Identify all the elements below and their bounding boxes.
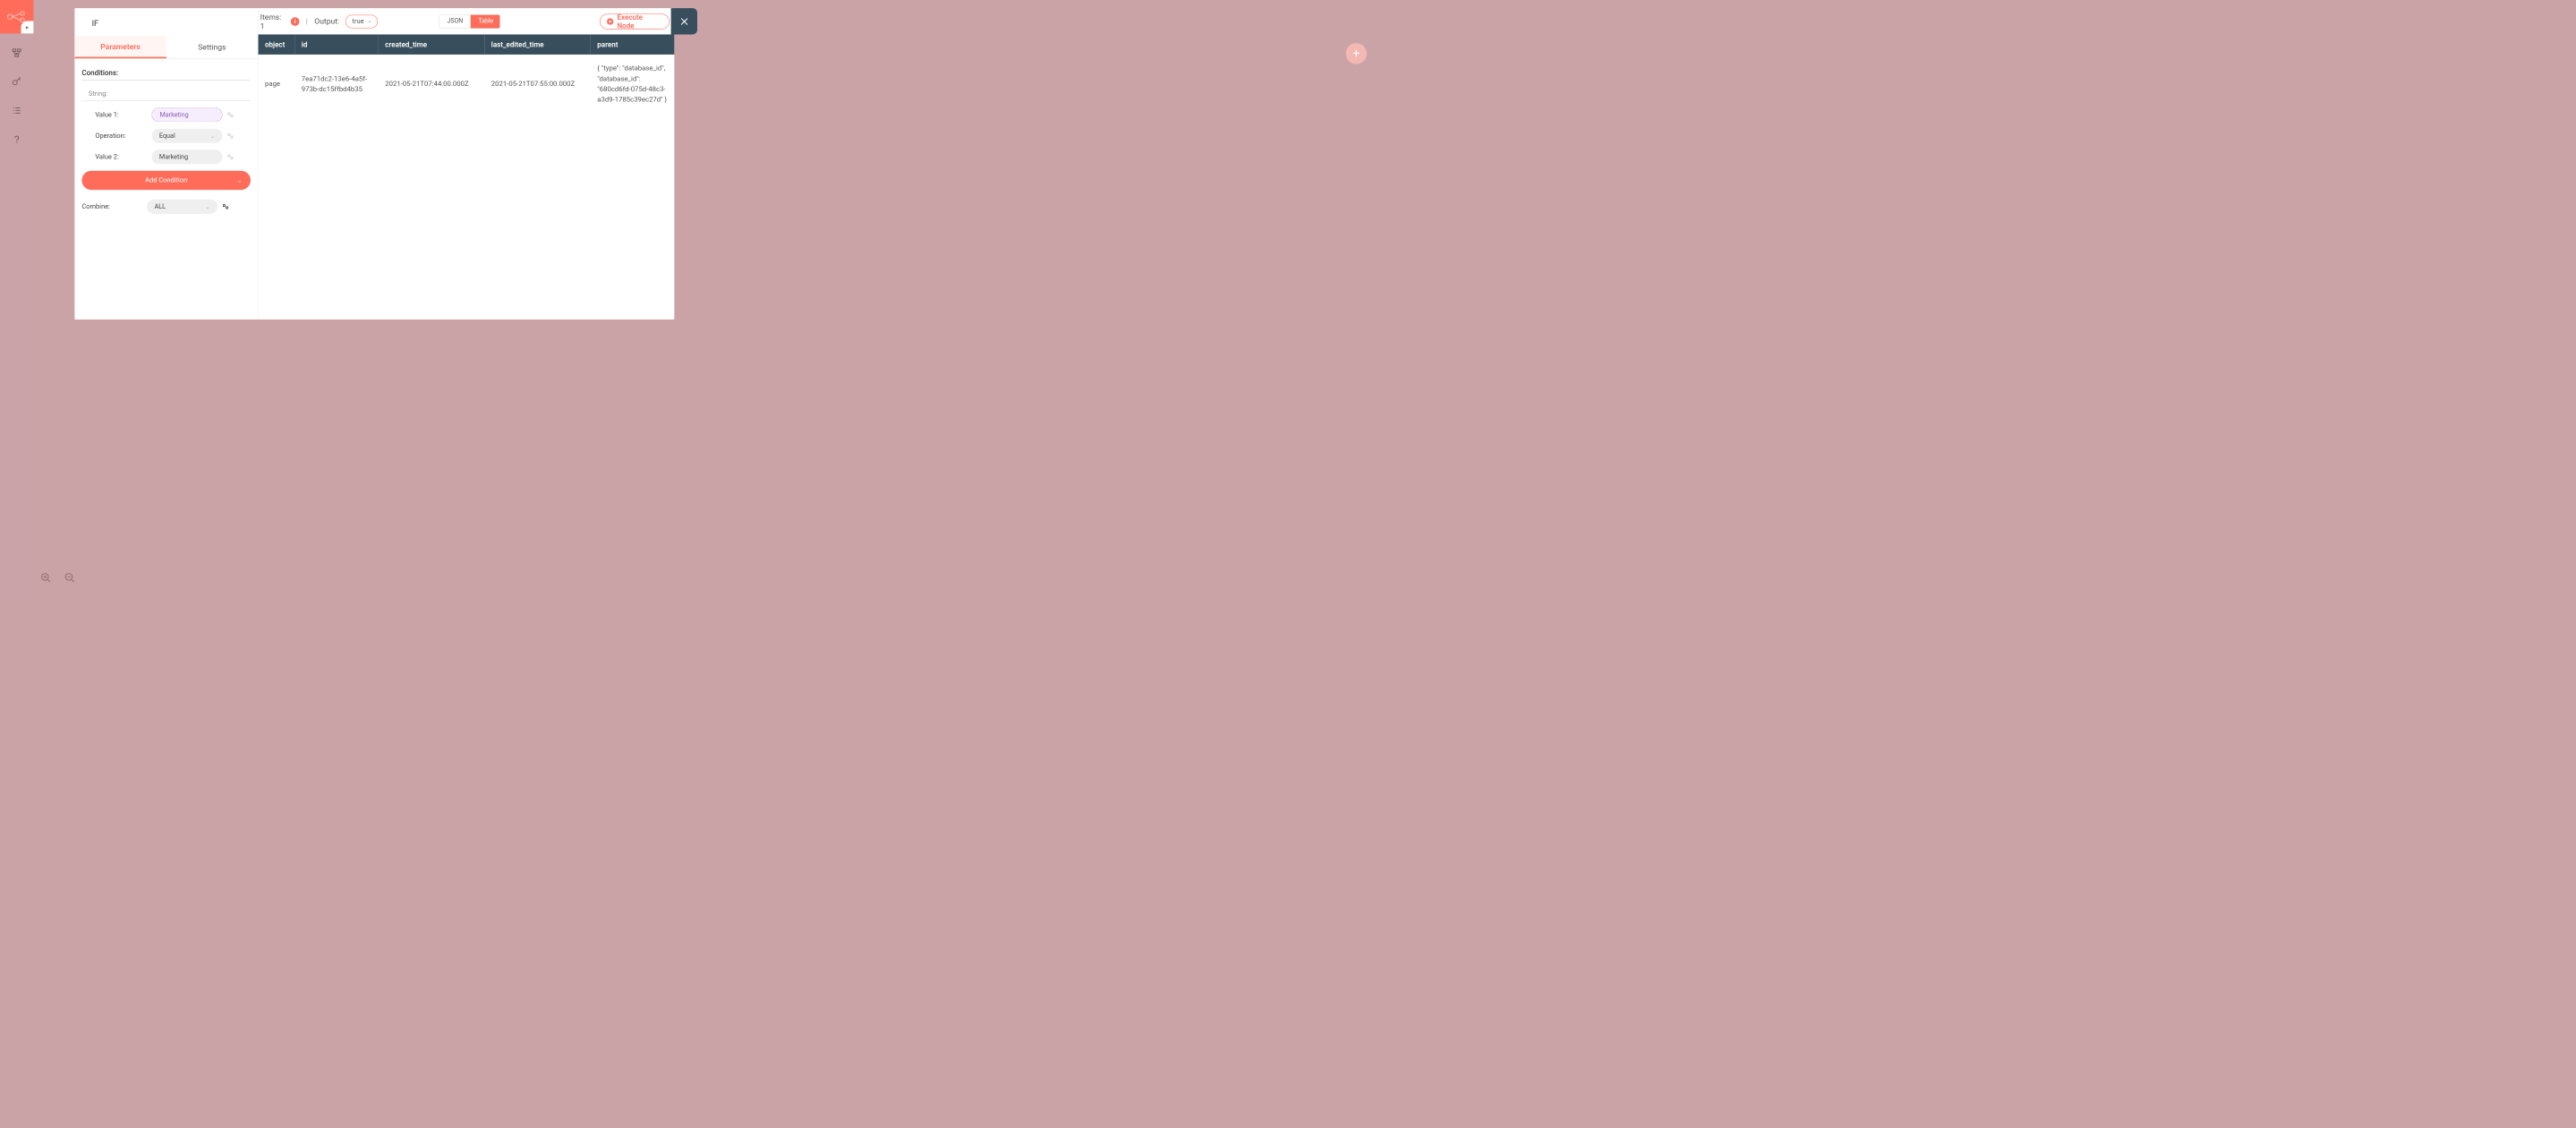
- col-id[interactable]: id: [294, 34, 379, 54]
- add-node-fab[interactable]: +: [1346, 43, 1368, 64]
- chevron-down-icon: ⌄: [206, 203, 210, 209]
- operation-value: Equal: [159, 132, 175, 140]
- combine-options-icon[interactable]: [222, 202, 231, 211]
- pipe-divider: |: [306, 17, 308, 26]
- credentials-key-icon[interactable]: [12, 76, 22, 87]
- zoom-out-icon[interactable]: [64, 572, 76, 584]
- operation-label: Operation:: [95, 132, 151, 140]
- combine-row: Combine: ALL ⌄: [81, 200, 251, 214]
- operation-select[interactable]: Equal ⌄: [151, 129, 222, 143]
- close-modal-button[interactable]: [671, 8, 697, 34]
- combine-value: ALL: [155, 203, 166, 211]
- value2-row: Value 2: Marketing: [81, 150, 251, 164]
- canvas-zoom-controls: [40, 572, 76, 584]
- col-parent[interactable]: parent: [591, 34, 675, 54]
- col-object[interactable]: object: [259, 34, 295, 54]
- value2-input[interactable]: Marketing: [151, 150, 222, 164]
- zoom-in-icon[interactable]: [40, 572, 52, 584]
- value1-label: Value 1:: [95, 111, 151, 119]
- view-json-button[interactable]: JSON: [439, 14, 471, 28]
- node-title: IF: [74, 8, 258, 36]
- help-icon[interactable]: [12, 134, 22, 145]
- chevron-down-icon: ⌄: [210, 132, 215, 139]
- conditions-label: Conditions:: [81, 68, 251, 80]
- info-badge-icon[interactable]: i: [291, 17, 299, 26]
- execute-node-button[interactable]: Execute Node: [600, 13, 670, 29]
- add-condition-label: Add Condition: [145, 176, 187, 184]
- executions-list-icon[interactable]: [12, 106, 22, 116]
- output-header: Items: 1 i | Output: true JSON Table Exe…: [259, 8, 675, 34]
- node-parameters-panel: IF Parameters Settings Conditions: Strin…: [74, 8, 258, 320]
- combine-label: Combine:: [81, 203, 147, 211]
- panel-tabs: Parameters Settings: [74, 36, 258, 59]
- cell-created-time: 2021-05-21T07:44:00.000Z: [379, 55, 485, 114]
- node-output-panel: Items: 1 i | Output: true JSON Table Exe…: [259, 8, 675, 320]
- items-count-text: Items: 1: [259, 13, 287, 30]
- workflows-icon[interactable]: [12, 47, 22, 58]
- play-icon: [607, 18, 613, 24]
- output-data-table: object id created_time last_edited_time …: [259, 34, 675, 113]
- value2-label: Value 2:: [95, 153, 151, 161]
- cell-object: page: [259, 55, 295, 114]
- col-last-edited-time[interactable]: last_edited_time: [484, 34, 591, 54]
- cell-parent: { "type": "database_id", "database_id": …: [591, 55, 675, 114]
- string-condition-label: String:: [81, 88, 251, 100]
- view-table-button[interactable]: Table: [471, 14, 500, 28]
- add-condition-button[interactable]: Add Condition ⌄: [81, 171, 251, 190]
- cell-id: 7ea71dc2-13e6-4a5f-973b-dc15ffbd4b35: [294, 55, 379, 114]
- app-left-rail: ▸: [0, 0, 33, 602]
- nodes-icon: [7, 11, 26, 22]
- app-logo[interactable]: ▸: [0, 0, 33, 33]
- combine-select[interactable]: ALL ⌄: [147, 200, 218, 214]
- tab-settings[interactable]: Settings: [166, 36, 258, 58]
- output-branch-value: true: [353, 18, 364, 26]
- value1-input[interactable]: Marketing: [151, 107, 222, 122]
- value2-options-icon[interactable]: [227, 152, 236, 161]
- col-created-time[interactable]: created_time: [379, 34, 485, 54]
- output-label: Output:: [314, 17, 339, 26]
- tab-parameters[interactable]: Parameters: [74, 36, 166, 58]
- value1-row: Value 1: Marketing: [81, 107, 251, 122]
- node-editor-modal: IF Parameters Settings Conditions: Strin…: [74, 8, 674, 320]
- chevron-down-icon: ⌄: [237, 177, 242, 184]
- close-icon: [678, 16, 689, 27]
- output-branch-select[interactable]: true: [345, 14, 378, 28]
- table-row[interactable]: page 7ea71dc2-13e6-4a5f-973b-dc15ffbd4b3…: [259, 55, 675, 114]
- cell-last-edited-time: 2021-05-21T07:55:00.000Z: [484, 55, 591, 114]
- value1-options-icon[interactable]: [227, 110, 236, 119]
- execute-node-label: Execute Node: [618, 13, 661, 30]
- operation-options-icon[interactable]: [227, 132, 236, 141]
- view-mode-toggle: JSON Table: [439, 14, 499, 29]
- expand-sidebar-chevron-icon[interactable]: ▸: [21, 21, 34, 34]
- operation-row: Operation: Equal ⌄: [81, 129, 251, 143]
- plus-icon: +: [1352, 47, 1360, 61]
